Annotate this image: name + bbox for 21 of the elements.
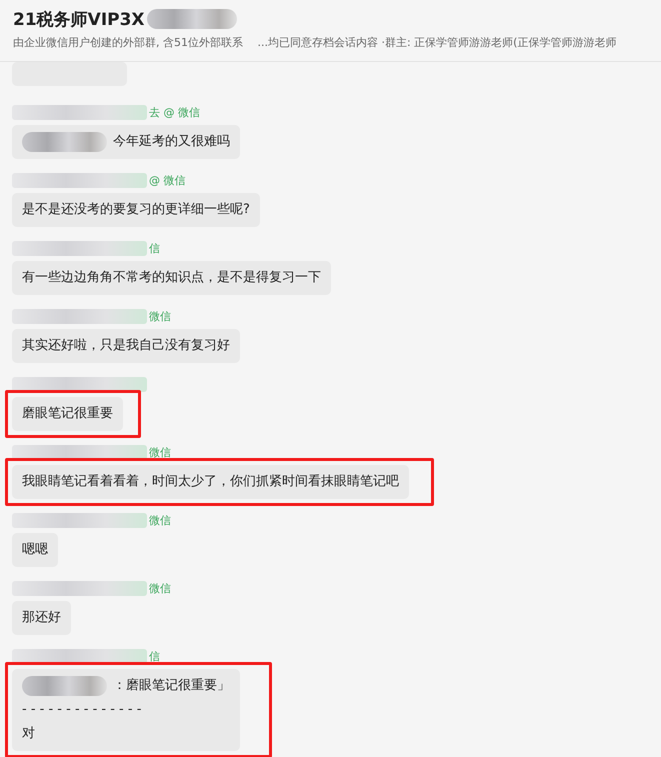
group-info: 由企业微信用户创建的外部群, 含51位外部联系 ...均已同意存档会话内容 ·群主: 正保学管师游游老师(正保学管师游游老师 bbox=[13, 35, 618, 50]
sender-source: 微信 bbox=[149, 580, 171, 596]
message-text: 那还好 bbox=[22, 609, 61, 627]
chat-title: 21税务师VIP3X bbox=[13, 8, 145, 30]
quoted-text: ：磨眼笔记很重要」 bbox=[113, 677, 230, 695]
message-text: 嗯嗯 bbox=[22, 541, 48, 559]
sender-source: 微信 bbox=[149, 308, 171, 324]
message-text: 有一些边边角角不常考的知识点，是不是得复习一下 bbox=[22, 269, 321, 287]
message-text: 其实还好啦，只是我自己没有复习好 bbox=[22, 337, 230, 355]
message-text: 磨眼笔记很重要 bbox=[22, 405, 113, 423]
sender-source: 微信 bbox=[149, 444, 171, 460]
message-text: 是不是还没考的要复习的更详细一些呢? bbox=[22, 201, 250, 219]
sender-source: @ 微信 bbox=[149, 172, 186, 188]
message-text: 今年延考的又很难吗 bbox=[113, 133, 230, 151]
sender-source: 信 bbox=[149, 648, 160, 664]
quote-divider: - - - - - - - - - - - - - - bbox=[22, 701, 142, 719]
message-text: 我眼睛笔记看着看着，时间太少了，你们抓紧时间看抹眼睛笔记吧 bbox=[22, 473, 399, 491]
sender-source: 去 @ 微信 bbox=[149, 104, 200, 120]
message-text: 对 bbox=[22, 725, 35, 743]
sender-source: 微信 bbox=[149, 512, 171, 528]
sender-source: 信 bbox=[149, 240, 160, 256]
